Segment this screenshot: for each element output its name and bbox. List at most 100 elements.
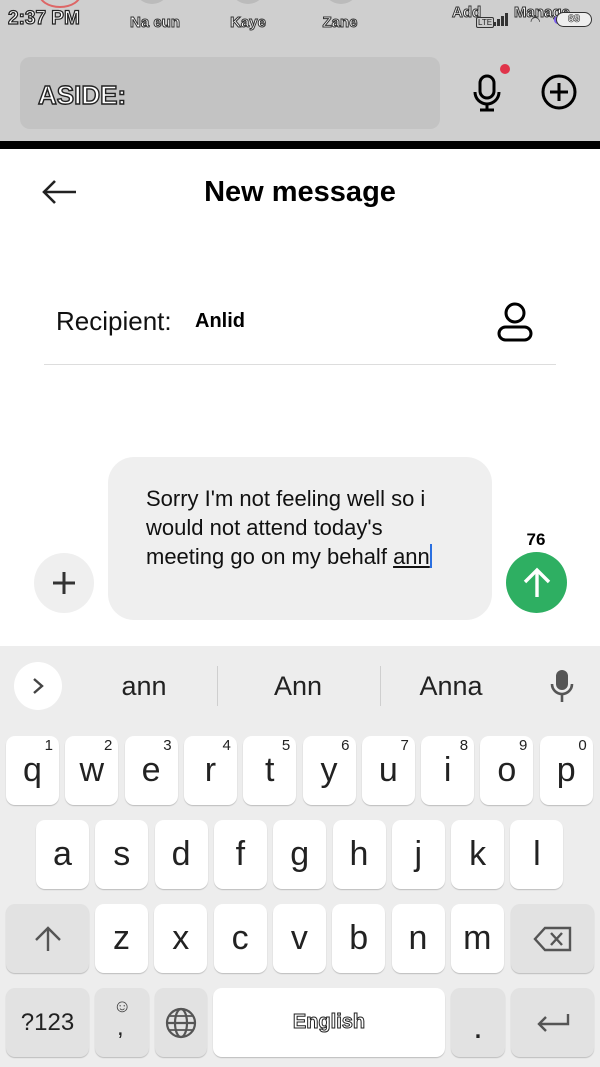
- key-label: b: [349, 919, 369, 957]
- enter-key[interactable]: [511, 988, 594, 1057]
- letter-key[interactable]: h: [332, 820, 386, 889]
- add-circle-icon[interactable]: [540, 73, 578, 111]
- contact-name: Kaye: [230, 14, 267, 32]
- key-label: r: [204, 751, 217, 789]
- voice-input-icon[interactable]: [548, 666, 576, 706]
- key-hint: 2: [103, 737, 113, 754]
- letter-key[interactable]: d: [154, 820, 208, 889]
- key-label: d: [171, 835, 191, 873]
- composing-word: ann: [393, 544, 430, 569]
- key-hint: 3: [163, 737, 172, 754]
- arrow-up-icon: [523, 567, 550, 597]
- suggestion-item[interactable]: Anna: [376, 671, 526, 702]
- letter-key[interactable]: u7: [361, 736, 415, 805]
- message-body: Sorry I'm not feeling well so i would no…: [146, 486, 426, 569]
- period-key[interactable]: .: [451, 988, 505, 1057]
- key-label: y: [320, 751, 338, 789]
- key-label: e: [141, 751, 161, 789]
- key-label: w: [79, 751, 105, 789]
- space-bar[interactable]: English: [213, 988, 445, 1057]
- comma-label: ,: [117, 1014, 124, 1041]
- letter-key[interactable]: w2: [65, 736, 119, 805]
- key-label: o: [497, 751, 517, 789]
- page-title: New message: [204, 176, 396, 208]
- shift-key[interactable]: [6, 904, 89, 973]
- letter-key[interactable]: r4: [183, 736, 237, 805]
- letter-key[interactable]: p0: [539, 736, 593, 805]
- key-hint: 1: [44, 737, 53, 754]
- letter-key[interactable]: a: [36, 820, 89, 889]
- send-button[interactable]: [506, 552, 567, 613]
- signal-icon: [493, 12, 508, 26]
- letter-key[interactable]: x: [154, 904, 208, 973]
- key-hint: 0: [578, 737, 587, 754]
- letter-key[interactable]: z: [95, 904, 148, 973]
- contact-name: Na eun: [129, 14, 180, 32]
- key-hint: 7: [400, 737, 409, 754]
- key-hint: 8: [459, 737, 469, 754]
- letter-key[interactable]: g: [273, 820, 327, 889]
- navigation-strip: [0, 1060, 600, 1067]
- enter-arrow-icon: [536, 1013, 569, 1032]
- letter-key[interactable]: j: [391, 820, 445, 889]
- key-label: t: [264, 751, 275, 789]
- symbols-key[interactable]: ?123: [6, 988, 89, 1057]
- divider: [44, 364, 556, 365]
- avatar: [323, 0, 359, 4]
- expand-toolbar-button[interactable]: [14, 662, 62, 710]
- recipient-label: Recipient:: [56, 306, 172, 336]
- letter-key[interactable]: s: [95, 820, 149, 889]
- key-label: c: [231, 919, 249, 957]
- battery-icon: 69: [556, 12, 592, 27]
- letter-key[interactable]: b: [332, 904, 386, 973]
- wifi-icon: ◠: [530, 14, 541, 28]
- message-text[interactable]: Sorry I'm not feeling well so i would no…: [146, 484, 466, 571]
- key-label: u: [378, 751, 398, 789]
- screen: { "status_bar": { "time": "2:37 PM", "co…: [0, 0, 600, 1067]
- character-counter: 76: [526, 530, 546, 549]
- key-label: x: [172, 919, 190, 957]
- letter-key[interactable]: e3: [124, 736, 178, 805]
- suggestion-item[interactable]: Ann: [223, 671, 373, 702]
- clock: 2:37 PM: [7, 7, 80, 29]
- key-label: m: [463, 919, 492, 957]
- key-label: a: [53, 835, 72, 873]
- network-type: LTE: [476, 17, 495, 28]
- key-label: f: [235, 835, 246, 873]
- shift-arrow-icon: [34, 925, 61, 951]
- key-label: k: [469, 835, 487, 873]
- language-key[interactable]: [155, 988, 207, 1057]
- key-label: p: [556, 751, 576, 789]
- backspace-icon: [532, 926, 571, 951]
- back-arrow-icon[interactable]: [40, 176, 80, 208]
- letter-key[interactable]: i8: [421, 736, 475, 805]
- letter-key[interactable]: t5: [243, 736, 297, 805]
- text-cursor: [429, 544, 432, 568]
- letter-key[interactable]: m: [450, 904, 504, 973]
- letter-key[interactable]: q1: [6, 736, 59, 805]
- contact-picker-icon[interactable]: [494, 300, 536, 344]
- letter-key[interactable]: k: [451, 820, 505, 889]
- attach-button[interactable]: [34, 553, 94, 613]
- divider: [0, 141, 600, 149]
- letter-key[interactable]: o9: [480, 736, 534, 805]
- letter-key[interactable]: c: [213, 904, 267, 973]
- letter-key[interactable]: v: [272, 904, 326, 973]
- key-label: h: [349, 835, 369, 873]
- letter-key[interactable]: l: [510, 820, 564, 889]
- key-label: v: [290, 919, 308, 957]
- emoji-comma-key[interactable]: ☺ ,: [95, 988, 149, 1057]
- suggestion-item[interactable]: ann: [69, 671, 219, 702]
- key-hint: 4: [222, 737, 231, 754]
- chevron-right-icon: [33, 678, 44, 694]
- letter-key[interactable]: f: [213, 820, 267, 889]
- letter-key[interactable]: y6: [302, 736, 356, 805]
- space-label: English: [292, 1011, 366, 1034]
- recipient-field[interactable]: Anlid: [195, 310, 245, 333]
- contact-name: Zane: [322, 14, 358, 32]
- microphone-icon[interactable]: [468, 70, 508, 114]
- backspace-key[interactable]: [511, 904, 594, 973]
- letter-key[interactable]: n: [391, 904, 445, 973]
- key-hint: 9: [519, 737, 528, 754]
- key-label: g: [290, 835, 310, 873]
